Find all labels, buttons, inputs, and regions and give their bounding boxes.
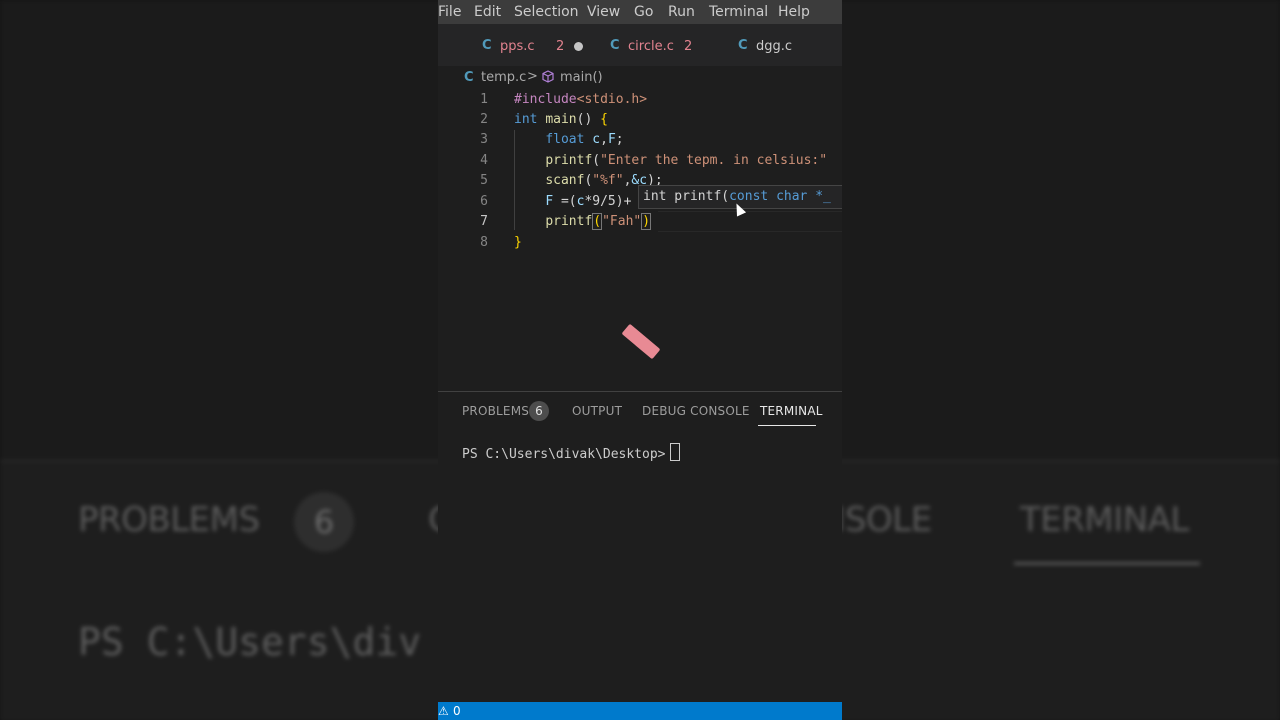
code-line-1: #include<stdio.h> bbox=[514, 92, 648, 107]
breadcrumb: C temp.c > main() bbox=[438, 66, 842, 90]
problems-count-badge: 6 bbox=[529, 401, 549, 421]
warning-count[interactable]: 0 bbox=[453, 704, 461, 718]
code-line-7: printf("Fah") bbox=[545, 213, 652, 230]
code-line-8: } bbox=[514, 235, 522, 250]
unsaved-dot-icon[interactable] bbox=[574, 42, 583, 51]
tab-pps-c[interactable]: C pps.c 2 bbox=[482, 24, 592, 66]
breadcrumb-symbol[interactable]: main() bbox=[560, 70, 603, 85]
menu-file[interactable]: File bbox=[438, 4, 461, 20]
background-tab-terminal: TERMINAL bbox=[1020, 500, 1189, 540]
current-line-highlight bbox=[658, 211, 842, 232]
background-terminal-text: PS C:\Users\div bbox=[78, 620, 422, 664]
tab-label: circle.c bbox=[628, 39, 674, 54]
code-line-2: int main() { bbox=[514, 112, 608, 127]
tab-circle-c[interactable]: C circle.c 2 bbox=[610, 24, 720, 66]
c-file-icon: C bbox=[610, 38, 620, 53]
background-problems-badge: 6 bbox=[294, 492, 354, 552]
tab-dgg-c[interactable]: C dgg.c bbox=[738, 24, 842, 66]
tab-debug-console[interactable]: DEBUG CONSOLE bbox=[642, 404, 750, 418]
signature-rest: *_ bbox=[807, 189, 831, 204]
tab-label: pps.c bbox=[500, 39, 535, 54]
editor-window: File Edit Selection View Go Run Terminal… bbox=[438, 0, 842, 720]
menu-selection[interactable]: Selection bbox=[514, 4, 579, 20]
menu-run[interactable]: Run bbox=[668, 4, 695, 20]
tab-problems[interactable]: PROBLEMS bbox=[462, 404, 529, 418]
code-line-3: float c,F; bbox=[545, 132, 624, 147]
terminal-prompt: PS C:\Users\divak\Desktop> bbox=[462, 447, 666, 462]
active-tab-underline bbox=[758, 425, 816, 426]
c-file-icon: C bbox=[482, 38, 492, 53]
editor-tab-bar: C pps.c 2 C circle.c 2 C dgg.c bbox=[438, 24, 842, 66]
chevron-right-icon: > bbox=[527, 69, 538, 84]
status-bar: ⚠ 0 bbox=[438, 702, 842, 720]
terminal-cursor bbox=[669, 443, 680, 461]
code-line-6: F =(c*9/5)+ bbox=[545, 194, 632, 209]
line-number: 1 bbox=[480, 92, 488, 107]
signature-keyword: const bbox=[729, 189, 769, 204]
terminal-output[interactable]: PS C:\Users\divak\Desktop> bbox=[462, 443, 680, 462]
background-tab-problems: PROBLEMS bbox=[78, 500, 260, 540]
line-number: 4 bbox=[480, 153, 488, 168]
menu-help[interactable]: Help bbox=[778, 4, 810, 20]
signature-keyword: char bbox=[776, 189, 808, 204]
tab-problem-count: 2 bbox=[684, 39, 693, 54]
signature-prefix: int printf( bbox=[643, 189, 730, 204]
line-number: 6 bbox=[480, 194, 488, 209]
bottom-panel: PROBLEMS 6 OUTPUT DEBUG CONSOLE TERMINAL… bbox=[438, 391, 842, 703]
tab-terminal[interactable]: TERMINAL bbox=[760, 404, 823, 418]
line-number: 2 bbox=[480, 112, 488, 127]
cube-symbol-icon bbox=[542, 70, 554, 83]
line-number: 5 bbox=[480, 173, 488, 188]
line-number: 8 bbox=[480, 235, 488, 250]
c-file-icon: C bbox=[738, 38, 748, 53]
tab-label: dgg.c bbox=[756, 39, 793, 54]
menu-terminal[interactable]: Terminal bbox=[709, 4, 768, 20]
code-line-4: printf("Enter the tepm. in celsius:" bbox=[545, 153, 828, 168]
background-tab-underline bbox=[1014, 562, 1200, 565]
menu-bar: File Edit Selection View Go Run Terminal… bbox=[438, 0, 842, 24]
menu-go[interactable]: Go bbox=[634, 4, 653, 20]
menu-edit[interactable]: Edit bbox=[474, 4, 501, 20]
line-number: 3 bbox=[480, 132, 488, 147]
menu-view[interactable]: View bbox=[587, 4, 620, 20]
breadcrumb-file[interactable]: temp.c bbox=[481, 70, 526, 85]
warning-icon[interactable]: ⚠ bbox=[438, 704, 449, 718]
line-number-active: 7 bbox=[480, 214, 488, 229]
tab-output[interactable]: OUTPUT bbox=[572, 404, 622, 418]
tab-problem-count: 2 bbox=[556, 39, 565, 54]
c-file-icon: C bbox=[464, 70, 474, 85]
